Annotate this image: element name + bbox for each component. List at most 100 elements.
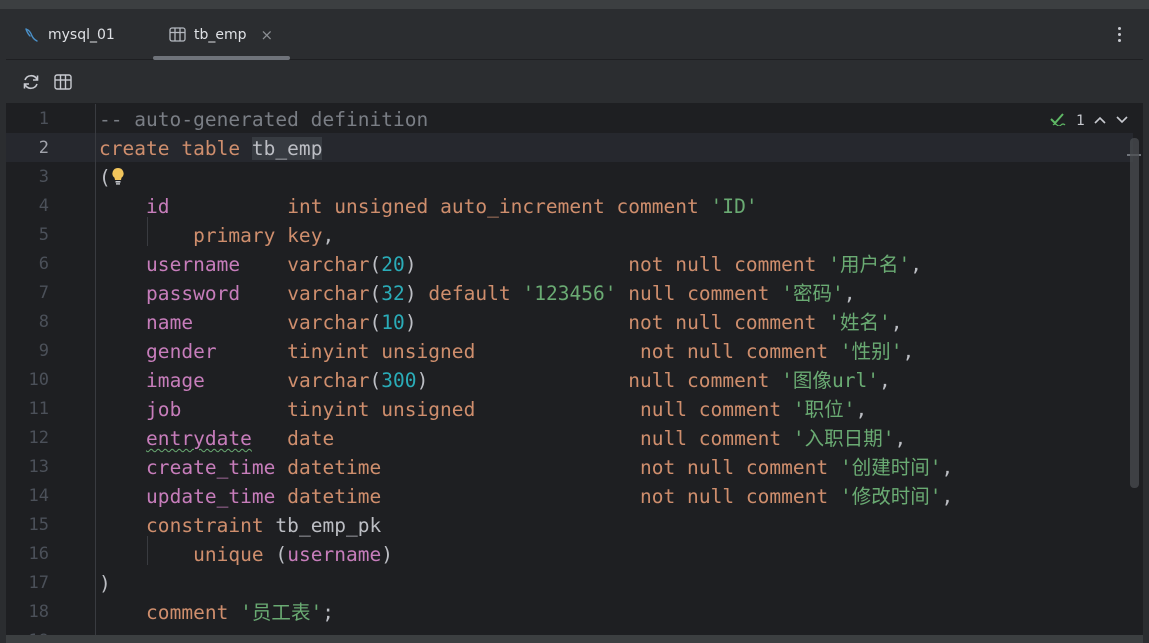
line-number: 3 xyxy=(38,167,49,187)
code-token: -- auto-generated definition xyxy=(99,108,429,131)
code-token: , xyxy=(941,485,954,508)
code-token: , xyxy=(902,340,915,363)
code-token: create table xyxy=(99,137,252,160)
editor-toolbar xyxy=(6,60,1143,104)
code-line[interactable]: primary key, xyxy=(99,221,334,250)
lightbulb-icon[interactable] xyxy=(111,164,125,193)
code-line[interactable]: image varchar(300) null comment '图像url', xyxy=(99,366,891,395)
code-line[interactable]: comment '员工表'; xyxy=(99,598,334,627)
window-bottom-strip xyxy=(6,635,1143,643)
code-token: gender xyxy=(146,340,217,363)
code-token: datetime xyxy=(287,456,382,479)
code-token: ) xyxy=(99,572,111,595)
code-token: password xyxy=(146,282,241,305)
check-icon xyxy=(1050,112,1068,130)
line-number: 15 xyxy=(28,515,49,535)
mysql-dolphin-icon xyxy=(22,26,40,44)
code-token: '用户名' xyxy=(828,253,911,276)
code-line[interactable]: gender tinyint unsigned not null comment… xyxy=(99,337,914,366)
code-token: '职位' xyxy=(792,398,856,421)
code-line[interactable]: create_time datetime not null comment '创… xyxy=(99,453,953,482)
code-line[interactable]: update_time datetime not null comment '修… xyxy=(99,482,953,511)
more-options-icon[interactable] xyxy=(1113,23,1125,45)
table-view-icon[interactable] xyxy=(52,71,74,93)
code-token: , xyxy=(322,224,335,247)
code-line[interactable]: ) xyxy=(99,569,111,598)
code-token: '员工表' xyxy=(240,601,323,624)
code-token: tb_emp_pk xyxy=(275,514,382,537)
tab-mysql-01[interactable]: mysql_01 xyxy=(22,9,115,60)
code-area[interactable]: -- auto-generated definition create table… xyxy=(99,104,1123,635)
line-number: 7 xyxy=(38,283,49,303)
code-token: image xyxy=(146,369,205,392)
code-line[interactable]: constraint tb_emp_pk xyxy=(99,511,381,540)
inspection-count: 1 xyxy=(1076,113,1085,129)
table-icon xyxy=(168,26,186,44)
line-number: 10 xyxy=(28,370,49,390)
line-number: 17 xyxy=(28,573,49,593)
code-line[interactable]: name varchar(10) not null comment '姓名', xyxy=(99,308,903,337)
code-token: ( xyxy=(369,282,382,305)
code-token: , xyxy=(890,311,903,334)
code-token: name xyxy=(146,311,194,334)
code-token: primary key xyxy=(193,224,323,247)
code-token: null comment xyxy=(639,427,793,450)
line-number-gutter: 12345678910111213141516171819 xyxy=(6,104,96,635)
code-token: int unsigned auto_increment comment xyxy=(287,195,711,218)
code-token: ( xyxy=(369,369,382,392)
tab-tb-emp[interactable]: tb_emp × xyxy=(153,9,290,60)
code-token: ) xyxy=(416,369,629,392)
code-token: , xyxy=(910,253,923,276)
code-token: '性别' xyxy=(839,340,903,363)
code-line[interactable]: -- auto-generated definition xyxy=(99,105,428,134)
code-token: ) xyxy=(404,253,629,276)
code-line[interactable]: create table tb_emp xyxy=(99,134,323,163)
refresh-icon[interactable] xyxy=(20,71,42,93)
close-icon[interactable]: × xyxy=(261,26,274,44)
code-line[interactable]: ( xyxy=(99,163,125,192)
line-number: 1 xyxy=(38,109,49,129)
code-token: '图像url' xyxy=(781,369,879,392)
code-token: '姓名' xyxy=(828,311,891,334)
line-number: 12 xyxy=(28,428,49,448)
code-token: null comment xyxy=(628,369,782,392)
code-token: tinyint unsigned xyxy=(287,398,476,421)
code-token: tb_emp xyxy=(251,137,323,160)
code-line[interactable]: password varchar(32) default '123456' nu… xyxy=(99,279,856,308)
code-token: not null comment xyxy=(628,311,829,334)
code-token: null comment xyxy=(628,282,782,305)
code-line[interactable]: job tinyint unsigned null comment '职位', xyxy=(99,395,867,424)
code-token: 10 xyxy=(381,311,405,334)
code-line[interactable]: username varchar(20) not null comment '用… xyxy=(99,250,922,279)
code-token: varchar xyxy=(287,369,370,392)
code-line[interactable]: id int unsigned auto_increment comment '… xyxy=(99,192,758,221)
chevron-down-icon[interactable] xyxy=(1115,113,1129,129)
inspection-widget[interactable]: 1 xyxy=(1050,112,1129,130)
vertical-scrollbar[interactable] xyxy=(1130,138,1139,488)
code-line[interactable]: entrydate date null comment '入职日期', xyxy=(99,424,906,453)
code-line[interactable]: unique (username) xyxy=(99,540,393,569)
code-token: default xyxy=(428,282,523,305)
chevron-up-icon[interactable] xyxy=(1093,113,1107,129)
code-token: username xyxy=(146,253,241,276)
code-editor[interactable]: 12345678910111213141516171819 -- auto-ge… xyxy=(6,104,1143,635)
code-token: id xyxy=(146,195,170,218)
